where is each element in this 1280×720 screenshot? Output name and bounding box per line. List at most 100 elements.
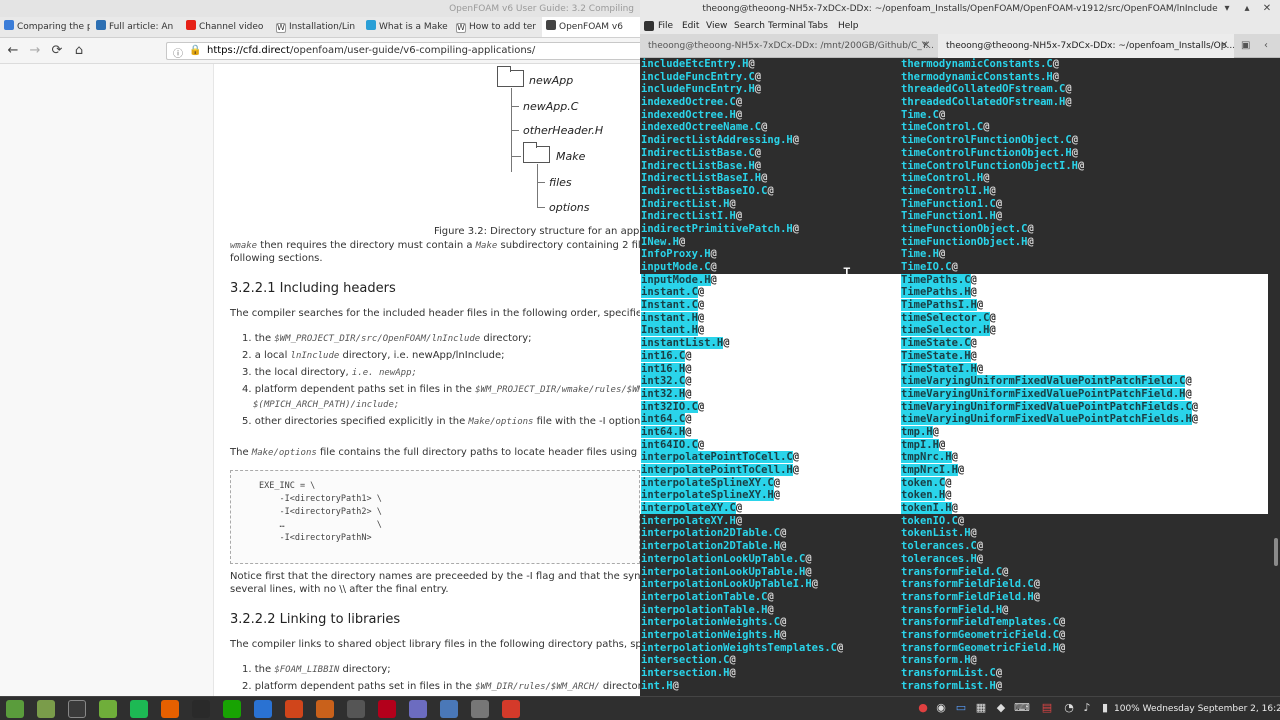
spotify-icon[interactable] (130, 700, 148, 718)
tab-close-icon[interactable]: ✕ (1220, 34, 1228, 58)
symlink-marker: @ (1059, 641, 1066, 654)
symlink-marker: @ (754, 70, 762, 83)
symlink-marker: @ (1033, 578, 1041, 591)
clipboard-icon[interactable]: ▦ (974, 701, 988, 715)
list-text: file with the -I option. (533, 416, 640, 427)
dropbox-icon[interactable]: ◆ (994, 701, 1008, 715)
symlink-marker: @ (729, 197, 736, 210)
mendeley-icon[interactable] (378, 700, 396, 718)
browser-tab[interactable]: Comparing the pe (0, 17, 90, 37)
home-icon[interactable]: ⌂ (70, 42, 88, 60)
obs-icon[interactable] (409, 700, 427, 718)
browser-tab-active[interactable]: OpenFOAM v6 (542, 17, 640, 37)
file-entry: tokenI.H@ (901, 502, 1198, 515)
list-number: 2. (242, 350, 252, 361)
volume-icon[interactable]: ♪ (1080, 701, 1094, 715)
terminal-tab[interactable]: theoong@theoong-NH5x-7xDCx-DDx: /mnt/200… (640, 34, 936, 58)
tab-close-icon[interactable]: ✕ (922, 34, 930, 58)
menu-tabs[interactable]: Tabs (808, 18, 828, 34)
symlink-marker: @ (735, 108, 743, 121)
menu-terminal[interactable]: Terminal (768, 18, 806, 34)
menu-edit[interactable]: Edit (682, 18, 699, 34)
file-name: interpolationLookUpTableI.H (641, 578, 812, 591)
file-name: INew.H (641, 235, 679, 248)
symlink-marker: @ (685, 387, 692, 400)
record-icon[interactable]: ● (916, 701, 930, 715)
close-icon[interactable]: ✕ (1260, 2, 1274, 16)
file-entry: tolerances.H@ (901, 553, 1198, 566)
file-entry: Time.H@ (901, 248, 1198, 261)
browser-title-bar: OpenFOAM v6 User Guide: 3.2 Compiling (0, 0, 640, 18)
browser-tab[interactable]: Channel video (182, 17, 272, 37)
file-entry: TimePathsI.H@ (901, 299, 1198, 312)
timer-icon[interactable] (471, 700, 489, 718)
menu-search[interactable]: Search (734, 18, 765, 34)
terminal-scrollbar[interactable] (1274, 538, 1278, 566)
terminal-tab-active[interactable]: theoong@theoong-NH5x-7xDCx-DDx: ~/openfo… (938, 34, 1234, 58)
symlink-marker: @ (697, 324, 705, 337)
file-entry: tmpI.H@ (901, 438, 1198, 452)
reload-icon[interactable]: ⟳ (48, 42, 66, 60)
symlink-marker: @ (735, 96, 743, 109)
flag-icon[interactable]: ▤ (1040, 701, 1054, 715)
wifi-icon[interactable]: ◔ (1062, 701, 1076, 715)
terminal-output[interactable]: includeEtcEntry.H@ includeFuncEntry.C@ inc… (640, 58, 1280, 696)
minimize-icon[interactable]: ▾ (1220, 2, 1234, 16)
inline-code: $(MPICH_ARCH_PATH)/include; (253, 400, 400, 410)
firefox-icon[interactable] (161, 700, 179, 718)
matlab-icon[interactable] (316, 700, 334, 718)
browser-tab[interactable]: W Installation/Lin (272, 17, 362, 37)
files-icon[interactable] (99, 700, 117, 718)
file-entry: thermodynamicConstants.C@ (901, 58, 1198, 71)
code-line: -I<directoryPathN> (259, 533, 372, 543)
tab-menu-icon[interactable]: ‹ (1264, 34, 1268, 58)
symlink-marker: @ (1052, 70, 1060, 83)
system-clock[interactable]: 100% Wednesday September 2, 16:29 (1114, 697, 1280, 720)
browser-tab[interactable]: Full article: An (92, 17, 182, 37)
browser-tab[interactable]: What is a Make (362, 17, 452, 37)
url-bar[interactable]: ⓘ 🔒 https://cfd.direct/openfoam/user-gui… (166, 42, 640, 60)
terminal-icon[interactable] (68, 700, 86, 718)
tex-icon[interactable] (347, 700, 365, 718)
file-entry: TimeIO.C@ (901, 261, 1198, 274)
file-name: timeControlI.H (901, 184, 990, 197)
info-icon[interactable]: ⓘ (173, 45, 183, 60)
battery-icon[interactable]: ▮ (1098, 701, 1112, 715)
desktop: OpenFOAM v6 User Guide: 3.2 Compiling Co… (0, 0, 1280, 720)
show-desktop-icon[interactable] (37, 700, 55, 718)
file-name: interpolateSplineXY.C (641, 476, 774, 489)
folder-icon (497, 66, 524, 87)
chat-icon[interactable]: ▭ (954, 701, 968, 715)
paragraph-text: The compiler links to shared object libr… (230, 639, 640, 650)
recorder-icon[interactable] (502, 700, 520, 718)
impress-icon[interactable] (285, 700, 303, 718)
maximize-icon[interactable]: ▴ (1240, 2, 1254, 16)
menu-icon[interactable] (6, 700, 24, 718)
calc-icon[interactable] (223, 700, 241, 718)
heading-including-headers: 3.2.2.1 Including headers (230, 281, 396, 296)
new-tab-icon[interactable]: ▣ (1241, 34, 1250, 58)
writer-icon[interactable] (254, 700, 272, 718)
tab-label: How to add ter (469, 22, 536, 32)
menu-help[interactable]: Help (838, 18, 859, 34)
file-name: TimeIO.C (901, 261, 952, 273)
terminal-app-icon (644, 21, 654, 31)
keyboard-icon[interactable]: ⌨ (1014, 701, 1030, 715)
menu-view[interactable]: View (706, 18, 727, 34)
symlink-marker: @ (685, 362, 692, 375)
file-entry: token.C@ (901, 476, 1198, 490)
code-line: -I<directoryPath1> \ (259, 494, 382, 504)
symlink-marker: @ (1191, 413, 1199, 426)
back-icon[interactable]: ← (4, 42, 22, 60)
menu-file[interactable]: File (658, 18, 673, 34)
file-entry: TimeState.C@ (901, 337, 1198, 350)
steam-icon[interactable]: ◉ (934, 701, 948, 715)
terminal-menubar: File Edit View Search Terminal Tabs Help (640, 18, 1280, 34)
file-entry: indexedOctree.H@ (641, 109, 843, 122)
symlink-marker: @ (710, 273, 717, 286)
forward-icon[interactable]: → (26, 42, 44, 60)
browser-tab[interactable]: W How to add ter (452, 17, 542, 37)
file-name: Time.C (901, 108, 939, 121)
paraview-icon[interactable] (440, 700, 458, 718)
terminal-alt-icon[interactable] (192, 700, 210, 718)
